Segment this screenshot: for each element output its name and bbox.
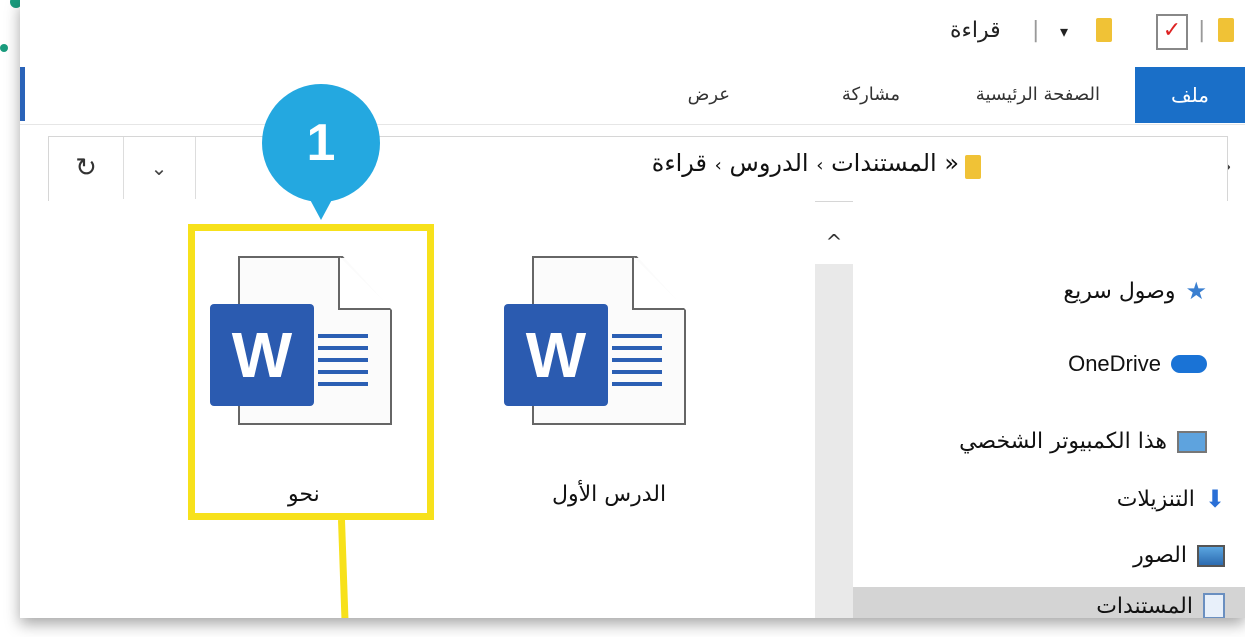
sidebar-item-label: وصول سريع — [1063, 278, 1176, 304]
folder-icon — [1218, 18, 1234, 42]
window-title: قراءة — [950, 18, 1001, 43]
navigation-pane: ★ وصول سريع OneDrive هذا الكمبيوتر الشخص… — [853, 201, 1245, 618]
tab-home[interactable]: الصفحة الرئيسية — [976, 84, 1100, 105]
ribbon-tabs: ملف الصفحة الرئيسية مشاركة عرض — [20, 62, 1245, 125]
sidebar-item-onedrive[interactable]: OneDrive — [1068, 351, 1207, 377]
breadcrumb: « المستندات › الدروس › قراءة — [652, 149, 959, 177]
file-item[interactable]: W — [504, 256, 686, 426]
title-bar: | ✓ ▾ | قراءة — [20, 0, 1245, 62]
tab-view[interactable]: عرض — [688, 84, 730, 105]
tab-file[interactable]: ملف — [1135, 67, 1245, 123]
qat-dropdown-icon[interactable]: ▾ — [1060, 22, 1068, 41]
page-fold — [632, 256, 684, 310]
sidebar-item-this-pc[interactable]: هذا الكمبيوتر الشخصي — [959, 429, 1207, 454]
ribbon-edge — [20, 67, 25, 121]
breadcrumb-item[interactable]: الدروس — [730, 149, 809, 177]
sidebar-item-documents[interactable]: المستندات — [853, 587, 1245, 618]
cloud-icon — [1171, 355, 1207, 373]
download-arrow-icon: ⬇ — [1204, 485, 1225, 513]
computer-icon — [1177, 430, 1207, 453]
star-icon: ★ — [1185, 277, 1207, 305]
address-dropdown-button[interactable]: ⌄ — [123, 137, 196, 199]
breadcrumb-item[interactable]: قراءة — [652, 149, 707, 177]
breadcrumb-separator[interactable]: › — [715, 155, 722, 176]
scroll-up-arrow[interactable]: ^ — [815, 220, 853, 264]
sidebar-item-pictures[interactable]: الصور — [1133, 543, 1225, 568]
title-separator: | — [1032, 18, 1040, 43]
step-callout-pointer — [307, 194, 335, 220]
pictures-icon — [1197, 544, 1225, 567]
step-callout: 1 — [262, 84, 380, 202]
properties-checkbox-icon[interactable]: ✓ — [1156, 14, 1188, 50]
scrollbar[interactable]: ^ — [815, 220, 853, 618]
sidebar-item-label: OneDrive — [1068, 351, 1161, 376]
sidebar-item-downloads[interactable]: ⬇ التنزيلات — [1117, 485, 1225, 513]
breadcrumb-separator[interactable]: › — [816, 155, 823, 176]
highlight-box — [188, 224, 434, 520]
word-icon: W — [504, 304, 608, 406]
breadcrumb-overflow[interactable]: « — [944, 149, 959, 177]
sidebar-item-label: التنزيلات — [1116, 486, 1195, 512]
sidebar-item-quick-access[interactable]: ★ وصول سريع — [1063, 277, 1207, 305]
address-bar[interactable]: ↻ ⌄ « المستندات › الدروس › قراءة — [48, 136, 1228, 202]
sidebar-item-label: هذا الكمبيوتر الشخصي — [959, 429, 1167, 454]
sidebar-item-label: الصور — [1133, 543, 1187, 568]
breadcrumb-item[interactable]: المستندات — [831, 149, 937, 177]
new-folder-icon[interactable] — [1096, 18, 1112, 42]
refresh-button[interactable]: ↻ — [49, 137, 124, 199]
sidebar-item-label: المستندات — [1096, 593, 1193, 619]
file-name[interactable]: الدرس الأول — [552, 482, 666, 507]
address-folder-icon — [965, 155, 981, 179]
tab-share[interactable]: مشاركة — [842, 84, 900, 105]
file-explorer-window: | ✓ ▾ | قراءة ملف الصفحة الرئيسية مشاركة… — [20, 0, 1245, 618]
word-lines — [612, 334, 662, 394]
documents-icon — [1203, 593, 1225, 618]
qat-separator: | — [1198, 18, 1206, 43]
